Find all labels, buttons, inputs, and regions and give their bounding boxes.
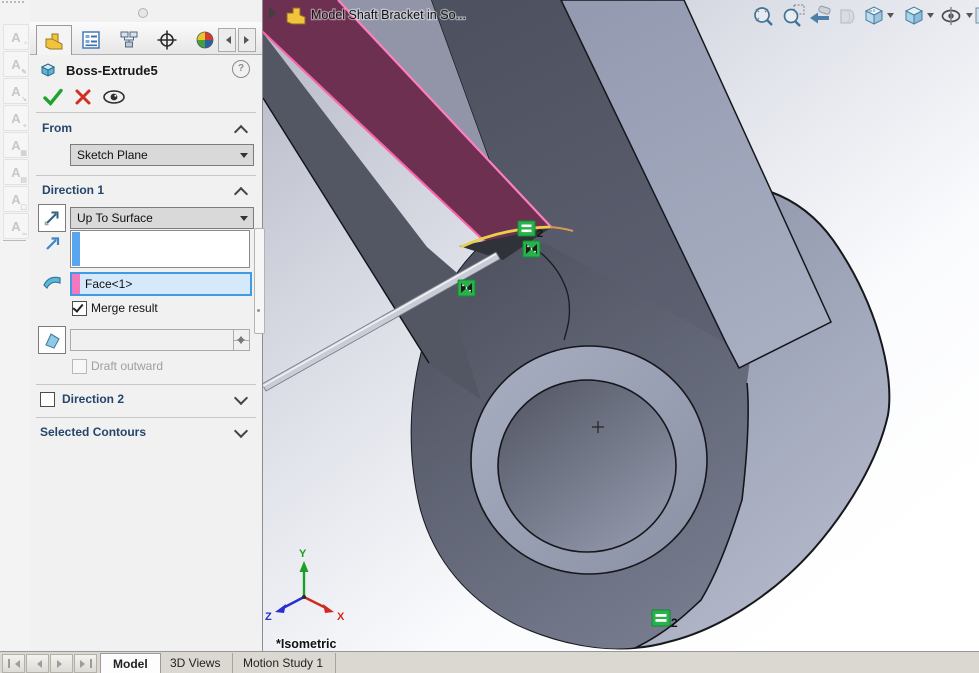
draft-button[interactable] — [38, 326, 66, 354]
spinner-control[interactable] — [233, 330, 249, 350]
dropdown-arrow-icon — [240, 216, 248, 225]
motion-manager-bar: Model 3D Views Motion Study 1 — [0, 651, 979, 673]
solidworks-window: ° ✎ ↘ + ▦ ▤ ▢ ∞ — [0, 0, 979, 673]
boss-extrude-icon — [38, 60, 58, 80]
next-tab-button[interactable] — [50, 654, 73, 673]
from-dropdown[interactable]: Sketch Plane — [70, 144, 254, 166]
draft-outward-label: Draft outward — [91, 359, 163, 373]
add-annotation-icon[interactable]: + — [3, 105, 29, 131]
triad-z-label: Z — [265, 611, 272, 623]
help-icon[interactable]: ? — [232, 60, 250, 78]
triad-x-label: X — [337, 611, 345, 623]
bore-hole-face[interactable] — [498, 380, 676, 552]
preview-eye-button[interactable] — [102, 89, 126, 105]
leader-annotation-icon[interactable]: ↘ — [3, 78, 29, 104]
chain-link-icon[interactable]: ∞ — [3, 213, 29, 239]
appearances-tab[interactable] — [188, 25, 222, 54]
from-section-header[interactable]: From — [42, 121, 254, 135]
draft-angle-field[interactable] — [70, 329, 250, 351]
separator — [36, 112, 256, 113]
prev-tab-button[interactable] — [26, 654, 49, 673]
separator — [36, 384, 256, 385]
tab-scroll-left[interactable] — [218, 28, 236, 52]
property-manager-panel: Boss-Extrude5 ? From Sketch Plane Direct… — [30, 0, 263, 651]
configurations-tab[interactable] — [112, 25, 146, 54]
ok-button[interactable] — [42, 87, 64, 107]
direction-reference-field[interactable] — [70, 230, 250, 268]
tab-nav-buttons — [2, 654, 97, 673]
separator — [36, 417, 256, 418]
toolbar-grip[interactable] — [2, 1, 28, 6]
view-orientation-icon[interactable] — [866, 7, 882, 24]
model-scene: 2 2 Model Shaft Bracket in So... — [263, 0, 979, 651]
direction-reference-icon — [44, 234, 62, 252]
intersection-relation-badge[interactable] — [458, 280, 475, 296]
dropdown-arrow-icon — [240, 153, 248, 162]
toolbar-separator — [3, 240, 26, 241]
graphics-viewport[interactable]: 2 2 Model Shaft Bracket in So... — [262, 0, 979, 651]
annotation-toolbar: ° ✎ ↘ + ▦ ▤ ▢ ∞ — [0, 0, 31, 651]
draft-icon — [42, 330, 62, 350]
paste-annotation-icon[interactable]: ▤ — [3, 159, 29, 185]
section-view-icon[interactable] — [841, 10, 854, 23]
draft-outward-checkbox — [72, 359, 87, 374]
spinner-down-icon[interactable] — [237, 339, 245, 348]
direction1-section-header[interactable]: Direction 1 — [42, 183, 254, 197]
appearances-icon — [194, 29, 216, 51]
last-tab-button[interactable] — [74, 654, 97, 673]
end-condition-dropdown[interactable]: Up To Surface — [70, 207, 254, 229]
feature-header: Boss-Extrude5 ? — [38, 58, 254, 82]
cancel-button[interactable] — [74, 88, 92, 106]
dimxpert-crosshair-icon — [156, 29, 178, 51]
first-tab-button[interactable] — [2, 654, 25, 673]
from-dropdown-value: Sketch Plane — [77, 148, 148, 162]
breadcrumb[interactable]: Model Shaft Bracket in So... — [311, 8, 466, 22]
note-annotation-icon[interactable]: ° — [3, 24, 29, 50]
dimxpert-tab[interactable] — [150, 25, 184, 54]
direction2-checkbox[interactable] — [40, 392, 55, 407]
selected-contours-header[interactable]: Selected Contours — [40, 425, 252, 439]
tab-model[interactable]: Model — [100, 653, 161, 673]
display-style-icon[interactable] — [906, 7, 922, 24]
configurations-icon — [118, 29, 140, 51]
equal-relation-badge[interactable] — [518, 221, 535, 236]
equal-relation-badge[interactable] — [652, 610, 670, 626]
surface-reference-value: Face<1> — [85, 277, 132, 291]
table-annotation-icon[interactable]: ▦ — [3, 132, 29, 158]
equal-relation-count: 2 — [671, 616, 678, 630]
tab-scroll-right[interactable] — [238, 28, 256, 52]
selection-color-bar-pink — [72, 274, 80, 294]
features-icon — [43, 30, 65, 52]
features-tab[interactable] — [36, 25, 72, 55]
panel-splitter[interactable] — [254, 228, 265, 334]
selection-color-bar-blue — [72, 232, 80, 266]
end-condition-value: Up To Surface — [77, 211, 153, 225]
face-reference-icon — [41, 272, 63, 290]
frame-annotation-icon[interactable]: ▢ — [3, 186, 29, 212]
merge-result-label: Merge result — [91, 301, 158, 315]
tab-3d-views[interactable]: 3D Views — [158, 653, 233, 673]
feature-title: Boss-Extrude5 — [66, 63, 158, 78]
tab-motion-study[interactable]: Motion Study 1 — [231, 653, 336, 673]
panel-resize-handle[interactable] — [138, 8, 148, 18]
edit-annotation-icon[interactable]: ✎ — [3, 51, 29, 77]
equal-relation-count: 2 — [537, 228, 543, 240]
property-manager-icon — [80, 29, 102, 51]
action-row — [42, 84, 252, 110]
view-orientation-label: *Isometric — [276, 637, 336, 651]
separator — [36, 175, 256, 176]
intersection-relation-badge[interactable] — [523, 241, 540, 257]
surface-reference-field[interactable]: Face<1> — [70, 272, 252, 296]
reverse-direction-icon — [42, 208, 62, 228]
property-manager-tab[interactable] — [74, 25, 108, 54]
merge-result-checkbox[interactable] — [72, 301, 87, 316]
triad-y-label: Y — [299, 548, 307, 560]
reverse-direction-button[interactable] — [38, 204, 66, 232]
panel-tab-bar — [30, 22, 262, 55]
flyout-featuremanager[interactable]: Model Shaft Bracket in So... — [269, 7, 466, 24]
